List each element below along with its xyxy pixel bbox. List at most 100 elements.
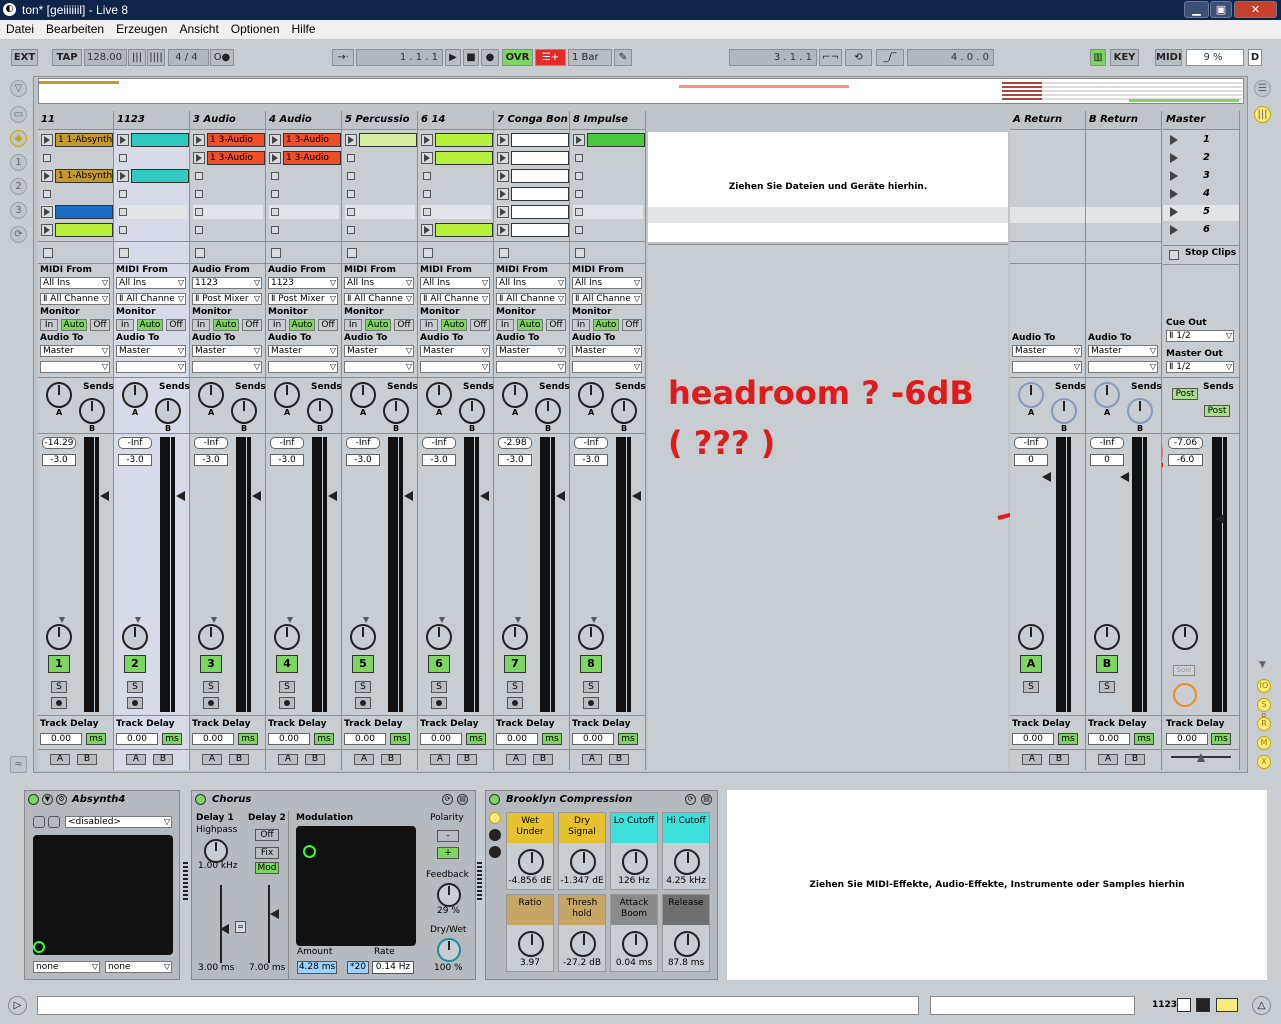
track-stop-button[interactable]	[347, 248, 357, 258]
send-b-knob[interactable]	[307, 398, 333, 424]
clip-launch-icon[interactable]	[497, 224, 509, 236]
session-drop-zone[interactable]: Ziehen Sie Dateien und Geräte hierhin.	[648, 132, 1008, 242]
pan-knob[interactable]	[426, 624, 452, 650]
pan-knob[interactable]	[502, 624, 528, 650]
clip-slot[interactable]	[573, 133, 645, 147]
crossfade-a-button[interactable]: A	[430, 754, 450, 765]
returns-toggle-icon[interactable]: R	[1257, 717, 1271, 731]
arm-button[interactable]	[203, 697, 219, 709]
volume-fader[interactable]	[328, 491, 337, 501]
track-delay-field[interactable]: 0.00	[572, 733, 614, 745]
metronome-icon[interactable]: O●	[210, 49, 234, 66]
delay-unit-button[interactable]: ms	[86, 733, 106, 745]
delay-unit-button[interactable]: ms	[542, 733, 562, 745]
plugin-browser-icon[interactable]: ◆	[10, 130, 27, 147]
clip-slot[interactable]	[497, 151, 569, 165]
input-select[interactable]: All Ins	[344, 277, 414, 289]
clip-launch-icon[interactable]	[497, 170, 509, 182]
clip-launch-icon[interactable]	[269, 152, 281, 164]
track-stop-button[interactable]	[575, 248, 585, 258]
cue-out-select[interactable]: Ⅱ 1/2	[1166, 330, 1234, 342]
clip[interactable]: 1 3-Audio	[207, 151, 265, 165]
minimize-button[interactable]: ▁	[1184, 1, 1209, 18]
arm-button[interactable]	[51, 697, 67, 709]
xy-pad[interactable]	[33, 835, 173, 955]
clip-stop-button[interactable]	[271, 172, 279, 180]
clip-slot[interactable]	[193, 187, 263, 201]
crossfade-b-button[interactable]: B	[1049, 754, 1069, 765]
clip-slot[interactable]	[117, 151, 187, 165]
delay2-mod-button[interactable]: Mod	[255, 862, 279, 874]
clip-launch-icon[interactable]	[421, 152, 433, 164]
arm-button[interactable]	[583, 697, 599, 709]
input-select[interactable]: 1123	[192, 277, 262, 289]
track-delay-field[interactable]: 0.00	[1088, 733, 1130, 745]
clip[interactable]: 1 1-Absynth	[55, 169, 113, 183]
monitor-in-button[interactable]: In	[40, 319, 58, 331]
monitor-off-button[interactable]: Off	[470, 319, 490, 331]
track-stop-button[interactable]	[423, 248, 433, 258]
clip-launch-icon[interactable]	[421, 134, 433, 146]
arrangement-view-icon[interactable]: ☰	[1254, 80, 1271, 97]
output-channel-select[interactable]	[344, 361, 414, 373]
file-browser-3-icon[interactable]: 3	[10, 202, 27, 219]
output-select[interactable]: Master	[1012, 345, 1082, 357]
solo-button[interactable]: S	[51, 681, 67, 693]
send-b-knob[interactable]	[1051, 398, 1077, 424]
output-select[interactable]: Master	[572, 345, 642, 357]
crossfade-b-button[interactable]: B	[609, 754, 629, 765]
monitor-auto-button[interactable]: Auto	[441, 319, 467, 331]
clip-slot[interactable]	[345, 151, 415, 165]
drywet-knob[interactable]	[437, 938, 461, 962]
brooklyn-power-icon[interactable]	[489, 794, 500, 805]
output-select[interactable]: Master	[1088, 345, 1158, 357]
clip-slot[interactable]	[269, 187, 339, 201]
scene-number[interactable]: 5	[1203, 206, 1210, 217]
delay-unit-button[interactable]: ms	[618, 733, 638, 745]
monitor-off-button[interactable]: Off	[622, 319, 642, 331]
clip-slot[interactable]	[117, 205, 187, 219]
track-activator-button[interactable]: 6	[428, 655, 450, 673]
scene-launch-icon[interactable]	[1170, 189, 1178, 199]
hot-swap-icon[interactable]: ⟳	[685, 794, 696, 805]
delay-unit-button[interactable]: ms	[466, 733, 486, 745]
delay-unit-button[interactable]: ms	[1058, 733, 1078, 745]
crossfade-b-button[interactable]: B	[229, 754, 249, 765]
punch-out-icon[interactable]: _/‾	[876, 49, 904, 66]
tap-tempo-button[interactable]: TAP	[52, 49, 82, 66]
delay-unit-button[interactable]: ms	[314, 733, 334, 745]
plugin-edit-icon[interactable]	[33, 816, 45, 828]
crossfade-b-button[interactable]: B	[153, 754, 173, 765]
hot-swap-icon[interactable]: ⟳	[10, 226, 27, 243]
output-channel-select[interactable]	[116, 361, 186, 373]
output-select[interactable]: Master	[40, 345, 110, 357]
monitor-auto-button[interactable]: Auto	[365, 319, 391, 331]
monitor-in-button[interactable]: In	[572, 319, 590, 331]
arm-button[interactable]	[431, 697, 447, 709]
return-activator-button[interactable]: B	[1096, 655, 1118, 673]
xy-pad-handle[interactable]	[33, 941, 45, 953]
output-channel-select[interactable]	[1088, 361, 1158, 373]
absynth-preset-select[interactable]: <disabled>	[65, 816, 172, 828]
scene-launch-icon[interactable]	[1170, 171, 1178, 181]
crossfade-a-button[interactable]: A	[278, 754, 298, 765]
output-select[interactable]: Master	[268, 345, 338, 357]
clip-slot[interactable]	[497, 169, 569, 183]
monitor-in-button[interactable]: In	[192, 319, 210, 331]
session-overview[interactable]	[38, 78, 1244, 104]
info-toggle-icon[interactable]: ▷	[8, 996, 27, 1015]
solo-button[interactable]: S	[431, 681, 447, 693]
track-stop-button[interactable]	[499, 248, 509, 258]
clip-launch-icon[interactable]	[497, 134, 509, 146]
clip-launch-icon[interactable]	[117, 170, 129, 182]
track-name[interactable]: 4 Audio	[266, 111, 341, 130]
scene-launch-icon[interactable]	[1170, 135, 1178, 145]
device-drop-zone[interactable]: Ziehen Sie MIDI-Effekte, Audio-Effekte, …	[727, 790, 1267, 980]
device-view-icon[interactable]	[1177, 998, 1191, 1012]
send-a-knob[interactable]	[502, 382, 528, 408]
post-b-button[interactable]: Post	[1204, 405, 1230, 417]
solo-mode-button[interactable]: Solo	[1173, 665, 1195, 676]
delay-unit-button[interactable]: ms	[162, 733, 182, 745]
clip-launch-icon[interactable]	[41, 224, 53, 236]
scene-row[interactable]: 5	[1163, 205, 1239, 221]
